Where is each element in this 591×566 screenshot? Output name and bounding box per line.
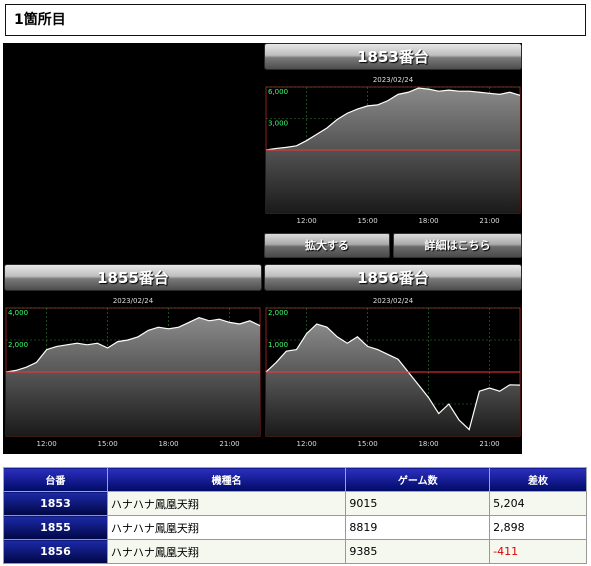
details-button[interactable]: 詳細はこちら <box>393 233 522 258</box>
chart-svg-1856: 2,0001,0000-1,000-2,00012:0015:0018:0021… <box>265 307 521 448</box>
zoom-button[interactable]: 拡大する <box>264 233 390 258</box>
y-tick-label: 4,000 <box>8 309 28 317</box>
x-tick-label: 21:00 <box>219 440 239 448</box>
y-tick-label: 2,000 <box>8 341 28 349</box>
y-tick-label: 6,000 <box>268 88 288 96</box>
chart-1856: 2,0001,0000-1,000-2,00012:0015:0018:0021… <box>264 307 522 449</box>
chart-1855: 4,0002,0000-2,000-4,00012:0015:0018:0021… <box>4 307 262 449</box>
data-table: 台番 機種名 ゲーム数 差枚 1853 ハナハナ鳳凰天翔 9015 5,204 … <box>3 467 587 564</box>
panel-1853: 1853番台 2023/02/24 6,0003,0000-3,000-6,00… <box>264 43 522 226</box>
x-tick-label: 12:00 <box>297 440 317 448</box>
game-count: 9385 <box>345 539 491 564</box>
panel-title: 1856番台 <box>264 264 522 291</box>
x-tick-label: 15:00 <box>358 440 378 448</box>
chart-svg-1855: 4,0002,0000-2,000-4,00012:0015:0018:0021… <box>5 307 261 448</box>
table-row[interactable]: 1855 ハナハナ鳳凰天翔 8819 2,898 <box>3 515 587 540</box>
table-row[interactable]: 1853 ハナハナ鳳凰天翔 9015 5,204 <box>3 491 587 516</box>
x-tick-label: 12:00 <box>37 440 57 448</box>
panel-title: 1853番台 <box>264 43 522 70</box>
diff-value: 5,204 <box>489 491 587 516</box>
game-count: 9015 <box>345 491 491 516</box>
y-tick-label: 3,000 <box>268 120 288 128</box>
table-header-row: 台番 機種名 ゲーム数 差枚 <box>3 467 587 492</box>
panel-1856: 1856番台 2023/02/24 2,0001,0000-1,000-2,00… <box>264 264 522 454</box>
y-tick-label: 2,000 <box>268 309 288 317</box>
header-games: ゲーム数 <box>345 467 491 492</box>
header-diff: 差枚 <box>489 467 587 492</box>
machine-no: 1856 <box>3 539 108 564</box>
game-count: 8819 <box>345 515 491 540</box>
panel-1855: 1855番台 2023/02/24 4,0002,0000-2,000-4,00… <box>4 264 262 454</box>
section-title: 1箇所目 <box>5 4 586 36</box>
x-tick-label: 18:00 <box>158 440 178 448</box>
header-machine-no: 台番 <box>3 467 108 492</box>
diff-value: 2,898 <box>489 515 587 540</box>
table-row[interactable]: 1856 ハナハナ鳳凰天翔 9385 -411 <box>3 539 587 564</box>
machine-no: 1853 <box>3 491 108 516</box>
model-name: ハナハナ鳳凰天翔 <box>106 491 347 516</box>
panel-date: 2023/02/24 <box>112 297 154 305</box>
model-name: ハナハナ鳳凰天翔 <box>106 539 347 564</box>
model-name: ハナハナ鳳凰天翔 <box>106 515 347 540</box>
x-tick-label: 15:00 <box>358 217 378 225</box>
x-tick-label: 12:00 <box>297 217 317 225</box>
y-tick-label: 1,000 <box>268 341 288 349</box>
x-tick-label: 21:00 <box>479 440 499 448</box>
x-tick-label: 15:00 <box>98 440 118 448</box>
x-tick-label: 18:00 <box>418 217 438 225</box>
header-model: 機種名 <box>106 467 347 492</box>
x-tick-label: 21:00 <box>479 217 499 225</box>
chart-grid: 1853番台 2023/02/24 6,0003,0000-3,000-6,00… <box>3 43 522 454</box>
panel-title: 1855番台 <box>4 264 262 291</box>
chart-svg-1853: 6,0003,0000-3,000-6,00012:0015:0018:0021… <box>265 86 521 225</box>
diff-value: -411 <box>489 539 587 564</box>
machine-no: 1855 <box>3 515 108 540</box>
chart-1853: 6,0003,0000-3,000-6,00012:0015:0018:0021… <box>264 86 522 226</box>
panel-date: 2023/02/24 <box>372 76 414 84</box>
x-tick-label: 18:00 <box>418 440 438 448</box>
panel-date: 2023/02/24 <box>372 297 414 305</box>
